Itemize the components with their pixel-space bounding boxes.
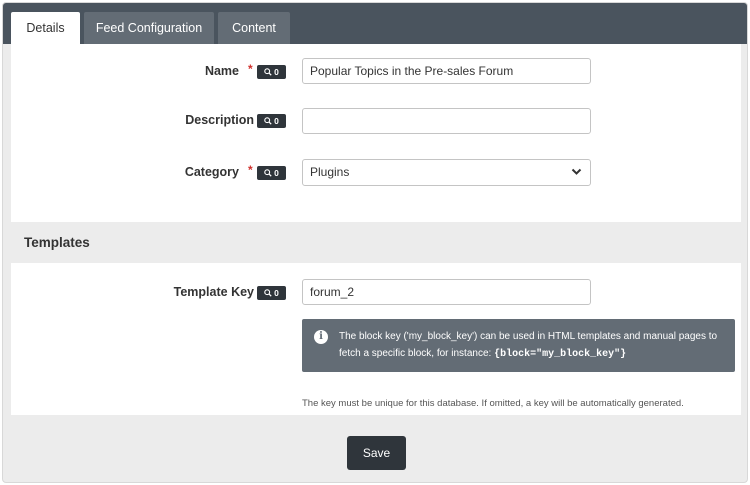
info-icon: i <box>314 330 328 344</box>
search-icon <box>264 169 272 177</box>
template-key-input[interactable]: forum_2 <box>302 279 591 305</box>
description-mention-badge[interactable]: 0 <box>257 114 286 128</box>
info-code-example: {block="my_block_key"} <box>494 349 627 360</box>
category-badge-count: 0 <box>274 168 279 178</box>
tab-details[interactable]: Details <box>11 12 80 44</box>
tab-bar: Details Feed Configuration Content <box>3 3 747 44</box>
search-icon <box>264 289 272 297</box>
name-required-marker: * <box>248 62 253 76</box>
description-badge-count: 0 <box>274 116 279 126</box>
category-label: Category <box>184 165 239 179</box>
template-key-info-box: i The block key ('my_block_key') can be … <box>302 319 735 372</box>
name-input[interactable]: Popular Topics in the Pre-sales Forum <box>302 58 591 84</box>
name-badge-count: 0 <box>274 67 279 77</box>
category-selected-value: Plugins <box>310 165 350 179</box>
search-icon <box>264 68 272 76</box>
name-mention-badge[interactable]: 0 <box>257 65 286 79</box>
template-key-badge-count: 0 <box>274 288 279 298</box>
description-input[interactable] <box>302 108 591 134</box>
app-frame: Details Feed Configuration Content Name … <box>2 2 748 483</box>
tab-content[interactable]: Content <box>218 12 290 44</box>
template-key-label: Template Key <box>173 285 254 299</box>
chevron-down-icon <box>571 168 582 175</box>
category-required-marker: * <box>248 163 253 177</box>
tab-feed-configuration[interactable]: Feed Configuration <box>84 12 214 44</box>
save-button[interactable]: Save <box>347 436 406 470</box>
template-key-help-text: The key must be unique for this database… <box>302 398 684 409</box>
template-key-mention-badge[interactable]: 0 <box>257 286 286 300</box>
templates-section-title: Templates <box>24 235 90 250</box>
category-mention-badge[interactable]: 0 <box>257 166 286 180</box>
description-label: Description <box>185 113 254 127</box>
category-select[interactable]: Plugins <box>302 159 591 186</box>
name-label: Name <box>204 64 239 78</box>
search-icon <box>264 117 272 125</box>
